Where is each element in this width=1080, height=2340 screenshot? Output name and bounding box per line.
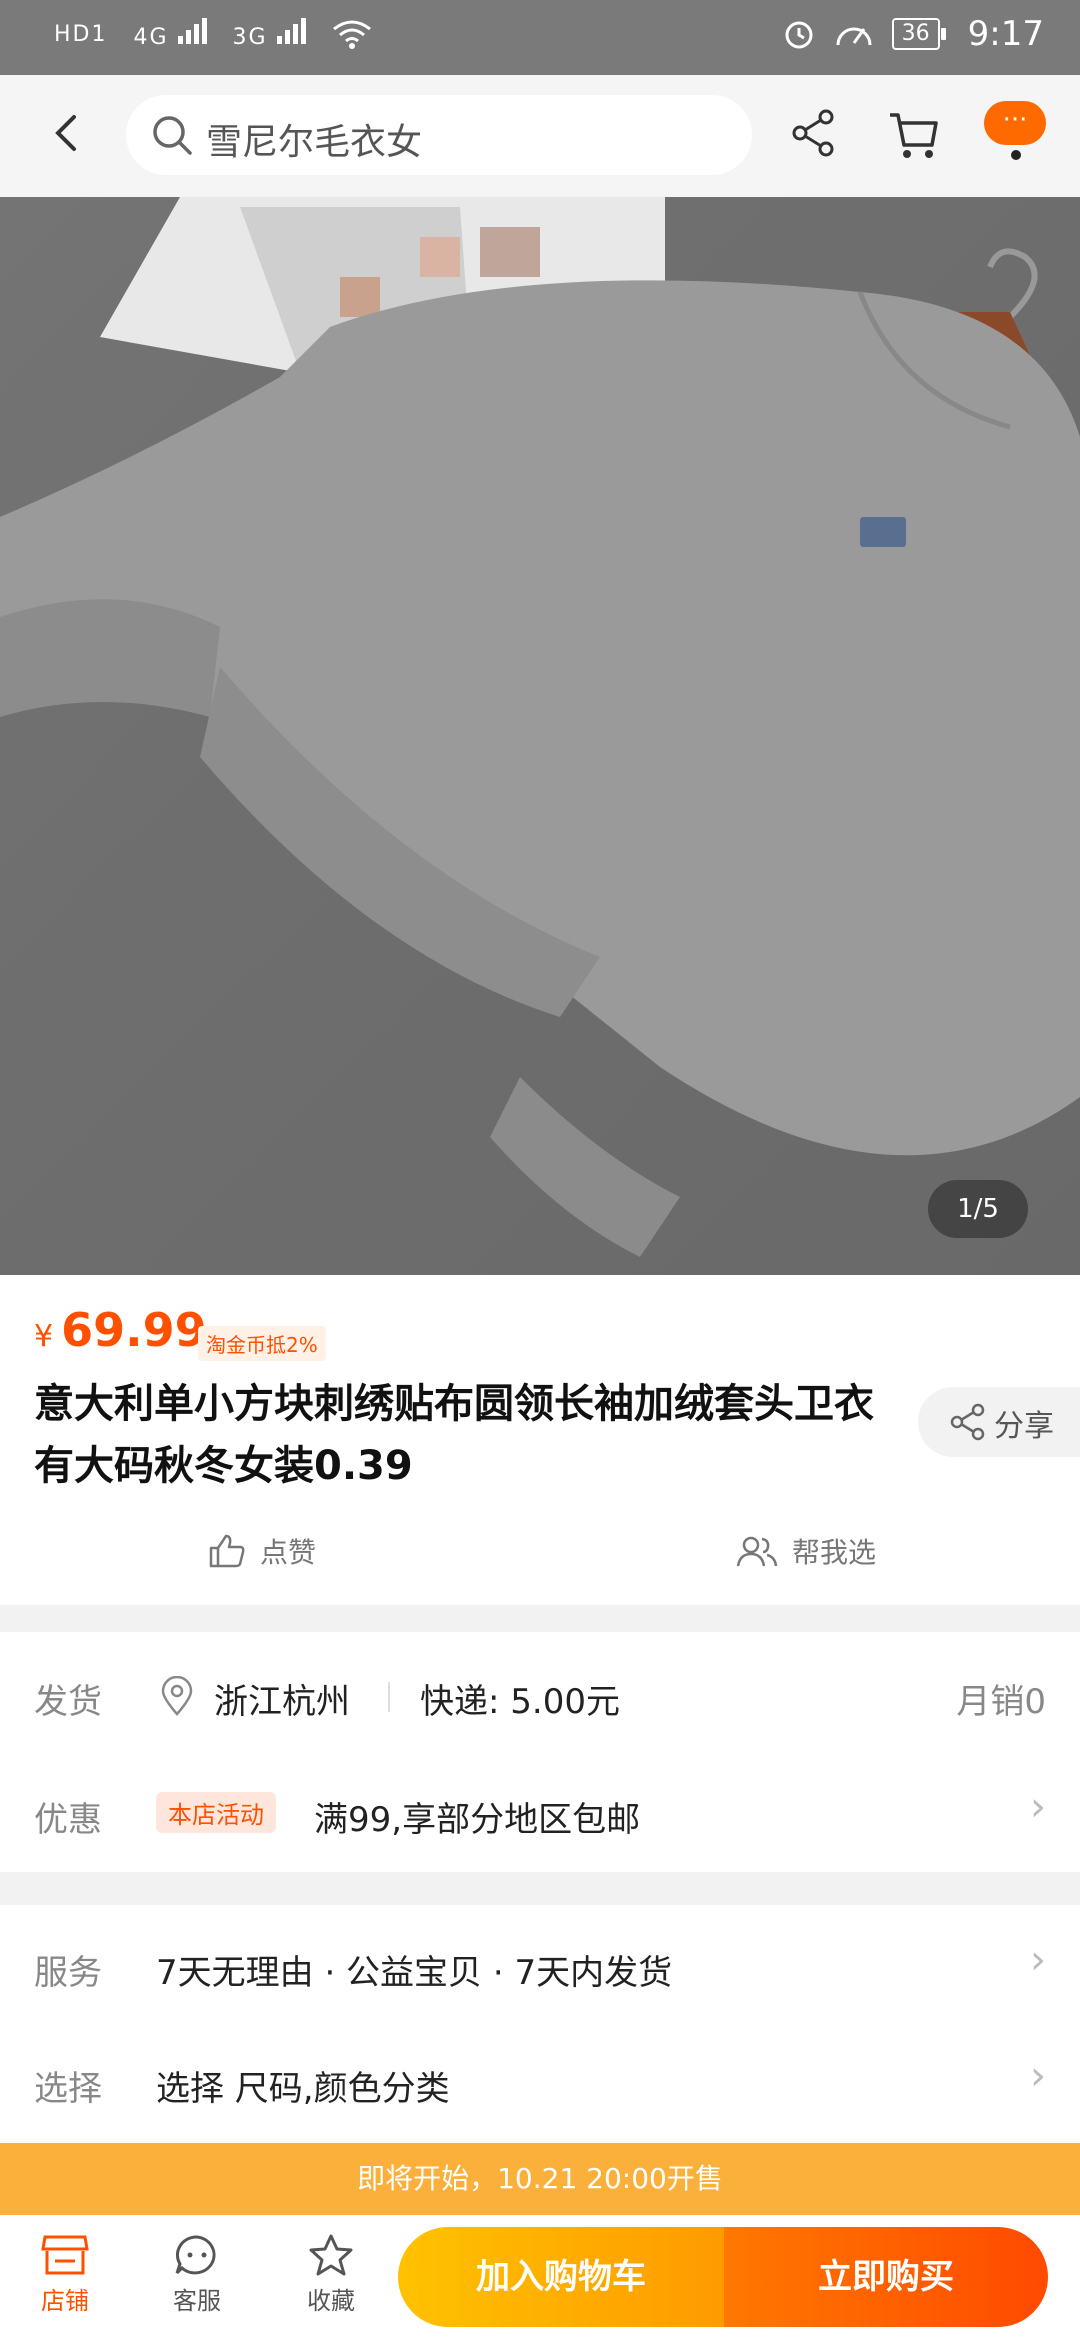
- promo-tag: 本店活动: [156, 1792, 276, 1833]
- sweater-illustration: [0, 197, 1080, 1257]
- currency-symbol: ¥: [34, 1319, 54, 1354]
- share-icon: [950, 1403, 985, 1441]
- promo-label: 优惠: [34, 1800, 102, 1840]
- speed-icon: [836, 27, 872, 46]
- signal-3g: 3G: [233, 18, 306, 50]
- back-arrow-icon: [55, 115, 76, 151]
- store-label: 店铺: [41, 2287, 89, 2315]
- location-pin-icon: [161, 1676, 193, 1716]
- status-bar: HD1 4G 3G 36 9:17: [0, 0, 1080, 75]
- promo-row[interactable]: 优惠 本店活动 满99,享部分地区包邮 ›: [0, 1752, 1080, 1872]
- thumbs-up-icon: [209, 1534, 245, 1568]
- battery-indicator: 36: [891, 18, 946, 50]
- store-button[interactable]: 店铺: [20, 2233, 110, 2316]
- search-input[interactable]: 雪尼尔毛衣女: [126, 95, 752, 175]
- share-label: 分享: [994, 1409, 1054, 1444]
- signal-icon: [276, 18, 306, 44]
- search-placeholder: 雪尼尔毛衣女: [206, 122, 423, 163]
- select-label: 选择: [34, 2069, 102, 2109]
- alarm-icon: [785, 21, 813, 49]
- ship-fee: 快递: 5.00元: [420, 1682, 620, 1722]
- service-label: 服务: [34, 1953, 102, 1993]
- chat-icon: [175, 2235, 216, 2275]
- cart-icon[interactable]: [886, 107, 942, 163]
- like-label: 点赞: [260, 1536, 317, 1569]
- product-title: 意大利单小方块刺绣贴布圆领长袖加绒套头卫衣有大码秋冬女装0.39: [34, 1381, 874, 1489]
- price: ¥69.99: [34, 1303, 207, 1357]
- more-button[interactable]: ···: [984, 101, 1046, 145]
- service-tab-label: 客服: [173, 2287, 221, 2315]
- back-button[interactable]: [38, 103, 98, 163]
- star-icon: [309, 2234, 353, 2276]
- select-text: 选择 尺码,颜色分类: [156, 2069, 450, 2109]
- customer-service-button[interactable]: 客服: [152, 2233, 242, 2316]
- chevron-right-icon: ›: [1030, 1784, 1046, 1830]
- price-value: 69.99: [61, 1303, 207, 1357]
- ship-location: 浙江杭州: [214, 1682, 350, 1722]
- help-choose-button[interactable]: 帮我选: [736, 1531, 876, 1571]
- notification-dot: [1011, 150, 1021, 160]
- store-icon: [41, 2235, 89, 2275]
- service-row[interactable]: 服务 7天无理由 · 公益宝贝 · 7天内发货 ›: [0, 1905, 1080, 2025]
- shipping-label: 发货: [34, 1682, 102, 1722]
- signal-icon: [177, 18, 207, 44]
- share-icon[interactable]: [788, 107, 840, 159]
- buy-now-button[interactable]: 立即购买: [724, 2227, 1048, 2327]
- help-choose-label: 帮我选: [792, 1536, 877, 1569]
- favorite-button[interactable]: 收藏: [286, 2233, 376, 2316]
- chevron-right-icon: ›: [1030, 2053, 1046, 2099]
- shipping-card: 发货 浙江杭州 快递: 5.00元 月销0 优惠 本店活动 满99,享部分地区包…: [0, 1632, 1080, 1872]
- favorite-label: 收藏: [307, 2287, 355, 2315]
- add-to-cart-button[interactable]: 加入购物车: [398, 2227, 724, 2327]
- promo-text: 满99,享部分地区包邮: [314, 1800, 641, 1840]
- like-button[interactable]: 点赞: [208, 1531, 316, 1571]
- presale-banner: 即将开始，10.21 20:00开售: [0, 2143, 1080, 2215]
- wifi-icon: [332, 20, 371, 49]
- monthly-sales: 月销0: [956, 1682, 1046, 1722]
- image-counter: 1/5: [928, 1180, 1028, 1238]
- chevron-right-icon: ›: [1030, 1937, 1046, 1983]
- people-icon: [736, 1536, 778, 1567]
- divider: [388, 1682, 390, 1712]
- service-card: 服务 7天无理由 · 公益宝贝 · 7天内发货 › 选择 选择 尺码,颜色分类 …: [0, 1905, 1080, 2143]
- top-nav: 雪尼尔毛衣女 ···: [0, 75, 1080, 197]
- search-icon: [153, 116, 192, 155]
- coin-badge: 淘金币抵2%: [198, 1326, 326, 1361]
- signal-4g: 4G: [133, 18, 207, 50]
- product-info-card: ¥69.99 淘金币抵2% 意大利单小方块刺绣贴布圆领长袖加绒套头卫衣有大码秋冬…: [0, 1275, 1080, 1605]
- clock: 9:17: [967, 14, 1044, 54]
- share-button[interactable]: 分享: [918, 1387, 1080, 1457]
- service-text: 7天无理由 · 公益宝贝 · 7天内发货: [156, 1953, 673, 1993]
- hd-indicator: HD1: [54, 21, 108, 47]
- product-image[interactable]: [0, 197, 1080, 1275]
- select-row[interactable]: 选择 选择 尺码,颜色分类 ›: [0, 2023, 1080, 2143]
- bottom-action-bar: 店铺 客服 收藏 加入购物车 立即购买: [0, 2215, 1080, 2340]
